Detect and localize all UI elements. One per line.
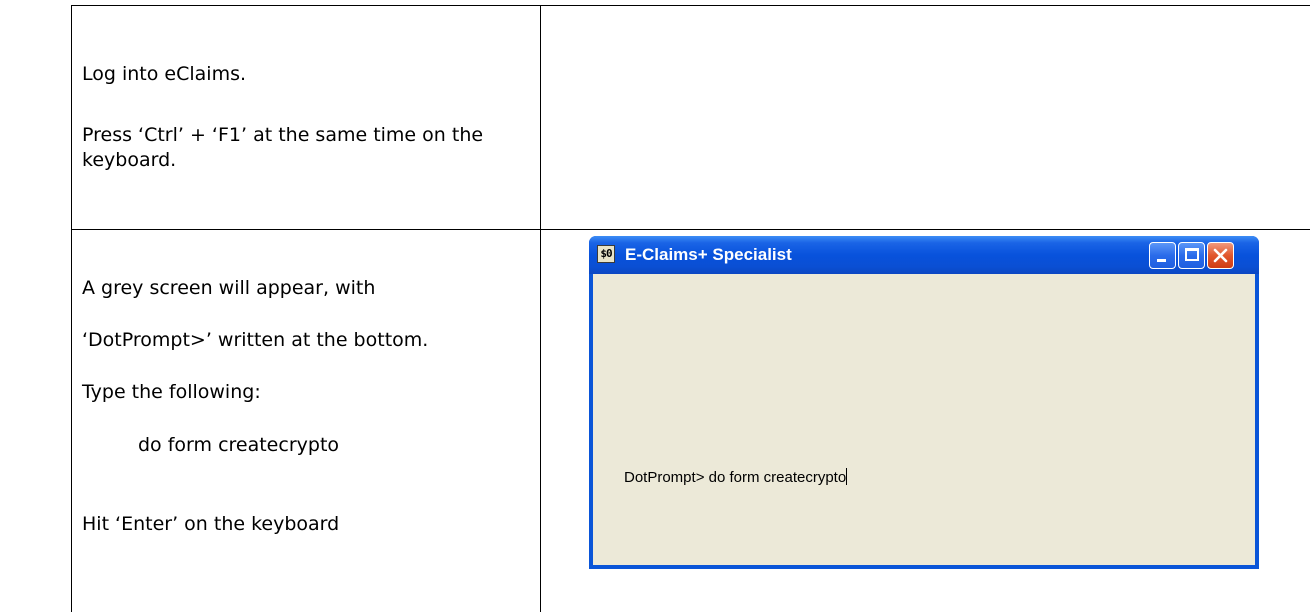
step2-type-following-text: Type the following: [82,381,261,403]
eclaims-window: $0 E-Claims+ Specialist DotPrompt> do fo… [589,236,1259,569]
text-cursor [846,468,848,485]
dotprompt-line[interactable]: DotPrompt> do form createcrypto [624,468,848,487]
table-border-left [71,5,72,612]
minimize-button[interactable] [1149,242,1176,269]
minimize-icon [1157,259,1166,262]
step1-keypress-text: Press ‘Ctrl’ + ‘F1’ at the same time on … [82,124,484,171]
step2-dotprompt-text: ‘DotPrompt>’ written at the bottom. [82,329,429,351]
app-icon[interactable]: $0 [597,245,615,263]
dotprompt-text: DotPrompt> do form createcrypto [624,469,847,486]
table-border-top [71,5,1310,6]
dotprompt-console[interactable]: DotPrompt> do form createcrypto [593,274,1255,565]
table-column-divider [540,5,541,612]
step2-command-text: do form createcrypto [138,434,340,456]
maximize-icon [1185,248,1199,261]
close-button[interactable] [1207,242,1234,269]
step2-grey-screen-text: A grey screen will appear, with [82,277,376,299]
window-title: E-Claims+ Specialist [625,245,792,264]
maximize-button[interactable] [1178,242,1205,269]
table-row-divider [71,229,1310,230]
window-titlebar[interactable]: $0 E-Claims+ Specialist [589,236,1259,274]
step1-login-text: Log into eClaims. [82,63,247,85]
step2-enter-text: Hit ‘Enter’ on the keyboard [82,513,340,535]
close-icon [1213,248,1228,263]
